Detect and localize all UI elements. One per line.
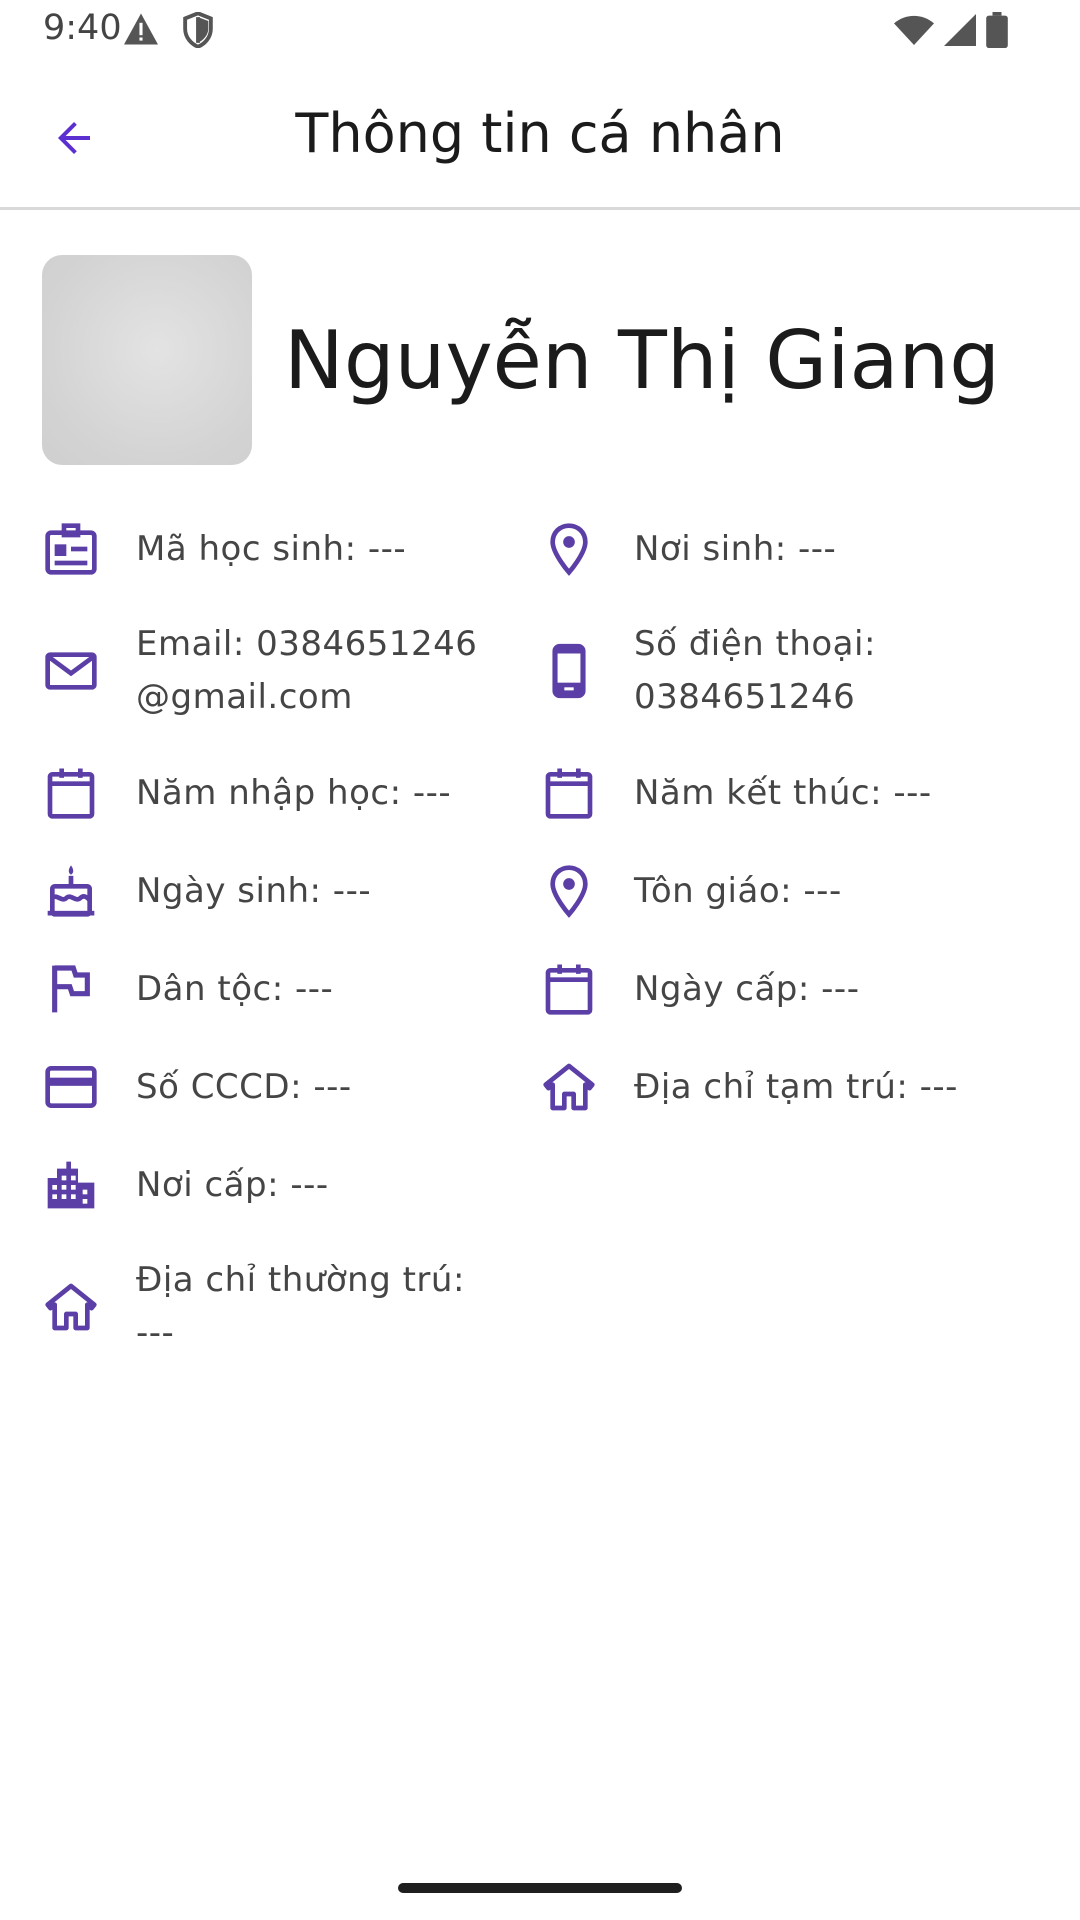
status-right-icons xyxy=(894,12,1008,48)
perm-address-item: Địa chỉ thường trú: --- xyxy=(42,1254,540,1360)
student-id-label: Mã học sinh: --- xyxy=(136,528,407,569)
profile-name: Nguyễn Thị Giang xyxy=(284,313,1000,407)
info-row: Số CCCD: --- Địa chỉ tạm trú: --- xyxy=(42,1058,1052,1116)
signal-icon xyxy=(944,14,976,46)
info-row: Dân tộc: --- Ngày cấp: --- xyxy=(42,960,1052,1018)
shield-icon xyxy=(182,12,214,48)
religion-item: Tôn giáo: --- xyxy=(540,862,1052,920)
phone-label-line1: Số điện thoại: xyxy=(634,624,876,664)
email-label-line1: Email: 0384651246 xyxy=(136,624,478,664)
email-item: Email: 0384651246 @gmail.com xyxy=(42,618,540,724)
location-pin-icon xyxy=(540,520,598,578)
info-row: Ngày sinh: --- Tôn giáo: --- xyxy=(42,862,1052,920)
email-label-line2: @gmail.com xyxy=(136,677,353,717)
page-title: Thông tin cá nhân xyxy=(295,102,785,165)
issue-place-item: Nơi cấp: --- xyxy=(42,1156,540,1214)
issue-date-item: Ngày cấp: --- xyxy=(540,960,1052,1018)
temp-address-label: Địa chỉ tạm trú: --- xyxy=(634,1066,958,1107)
wifi-icon xyxy=(894,14,934,46)
status-bar: 9:40 xyxy=(0,0,1080,62)
calendar-icon xyxy=(42,764,100,822)
id-badge-icon xyxy=(42,520,100,578)
birthday-item: Ngày sinh: --- xyxy=(42,862,540,920)
battery-icon xyxy=(986,12,1008,48)
enroll-year-label: Năm nhập học: --- xyxy=(136,772,452,813)
birthplace-label: Nơi sinh: --- xyxy=(634,528,837,569)
phone-item: Số điện thoại: 0384651246 xyxy=(540,618,1052,724)
credit-card-icon xyxy=(42,1058,100,1116)
phone-label-line2: 0384651246 xyxy=(634,677,856,717)
profile-header: Nguyễn Thị Giang xyxy=(42,255,1000,465)
info-row: Email: 0384651246 @gmail.com Số điện tho… xyxy=(42,618,1052,724)
mail-icon xyxy=(42,642,100,700)
info-row: Địa chỉ thường trú: --- xyxy=(42,1254,1052,1360)
enroll-year-item: Năm nhập học: --- xyxy=(42,764,540,822)
student-id-item: Mã học sinh: --- xyxy=(42,520,540,578)
location-pin-icon xyxy=(540,862,598,920)
warning-icon xyxy=(122,12,160,48)
info-row: Mã học sinh: --- Nơi sinh: --- xyxy=(42,520,1052,578)
perm-address-label-line1: Địa chỉ thường trú: xyxy=(136,1260,465,1300)
cccd-label: Số CCCD: --- xyxy=(136,1066,352,1107)
perm-address-label-line2: --- xyxy=(136,1313,175,1353)
status-time: 9:40 xyxy=(43,8,122,48)
religion-label: Tôn giáo: --- xyxy=(634,870,842,911)
avatar[interactable] xyxy=(42,255,252,465)
flag-icon xyxy=(42,960,100,1018)
temp-address-item: Địa chỉ tạm trú: --- xyxy=(540,1058,1052,1116)
status-left-icons xyxy=(122,12,214,48)
birthday-label: Ngày sinh: --- xyxy=(136,870,372,911)
home-indicator[interactable] xyxy=(398,1883,682,1893)
end-year-label: Năm kết thúc: --- xyxy=(634,772,932,813)
app-bar: Thông tin cá nhân xyxy=(0,62,1080,210)
cccd-item: Số CCCD: --- xyxy=(42,1058,540,1116)
home-icon xyxy=(540,1058,598,1116)
info-grid: Mã học sinh: --- Nơi sinh: --- Email: 03… xyxy=(42,500,1052,1400)
end-year-item: Năm kết thúc: --- xyxy=(540,764,1052,822)
info-row: Nơi cấp: --- xyxy=(42,1156,1052,1214)
buildings-icon xyxy=(42,1156,100,1214)
cake-icon xyxy=(42,862,100,920)
issue-date-label: Ngày cấp: --- xyxy=(634,968,860,1009)
info-row: Năm nhập học: --- Năm kết thúc: --- xyxy=(42,764,1052,822)
calendar-icon xyxy=(540,960,598,1018)
ethnicity-item: Dân tộc: --- xyxy=(42,960,540,1018)
ethnicity-label: Dân tộc: --- xyxy=(136,968,334,1009)
birthplace-item: Nơi sinh: --- xyxy=(540,520,1052,578)
calendar-icon xyxy=(540,764,598,822)
home-icon xyxy=(42,1278,100,1336)
issue-place-label: Nơi cấp: --- xyxy=(136,1164,329,1205)
phone-icon xyxy=(540,642,598,700)
